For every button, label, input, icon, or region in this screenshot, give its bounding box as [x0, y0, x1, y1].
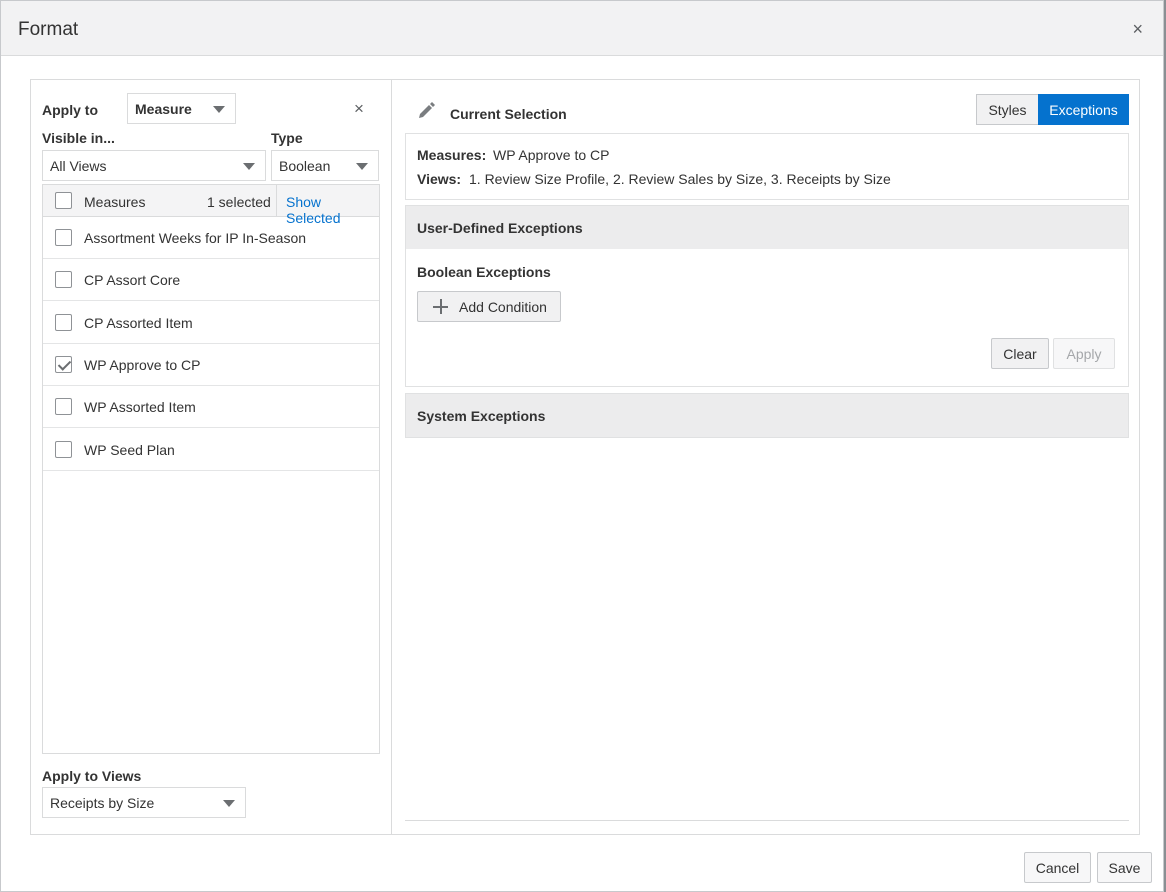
selection-summary: Measures: WP Approve to CP Views: 1. Rev…: [405, 133, 1129, 200]
list-item-label: Assortment Weeks for IP In-Season: [84, 230, 307, 246]
clear-button[interactable]: Clear: [991, 338, 1049, 369]
type-value: Boolean: [279, 158, 331, 174]
left-pane: Apply to Measure × Visible in... Type Al…: [31, 80, 392, 834]
system-exceptions-header[interactable]: System Exceptions: [405, 393, 1129, 438]
divider: [405, 820, 1129, 821]
clear-filter-icon[interactable]: ×: [354, 99, 364, 119]
list-header: Measures 1 selected Show Selected: [43, 185, 379, 226]
views-label: Views:: [417, 171, 462, 187]
apply-to-label: Apply to: [42, 102, 98, 118]
apply-to-value: Measure: [135, 101, 192, 117]
divider: [276, 185, 277, 216]
list-item-checkbox[interactable]: [55, 398, 72, 416]
list-item-checkbox[interactable]: [55, 440, 72, 458]
chevron-down-icon: [223, 800, 235, 807]
tab-styles-label: Styles: [988, 102, 1027, 118]
visible-in-label: Visible in...: [42, 130, 115, 146]
list-item-checkbox[interactable]: [55, 229, 72, 246]
dialog-body: Apply to Measure × Visible in... Type Al…: [30, 79, 1140, 835]
add-condition-button[interactable]: Add Condition: [417, 291, 561, 322]
measures-label: Measures:: [417, 147, 487, 163]
close-icon[interactable]: ×: [1132, 19, 1143, 40]
apply-label: Apply: [1066, 346, 1102, 362]
dialog-title: Format: [18, 19, 79, 40]
list-item[interactable]: WP Assorted Item: [43, 386, 379, 429]
user-defined-exceptions-title: User-Defined Exceptions: [417, 220, 583, 236]
list-item[interactable]: CP Assort Core: [43, 259, 379, 302]
measures-header-label: Measures: [84, 194, 146, 210]
system-exceptions-title: System Exceptions: [417, 408, 546, 424]
visible-in-value: All Views: [50, 158, 107, 174]
chevron-down-icon: [356, 163, 368, 170]
dialog-header: Format ×: [1, 1, 1163, 56]
clear-label: Clear: [1003, 346, 1037, 362]
add-condition-label: Add Condition: [459, 299, 547, 315]
list-item-checkbox[interactable]: [55, 271, 72, 289]
chevron-down-icon: [243, 163, 255, 170]
pencil-icon: [419, 102, 435, 118]
list-item[interactable]: WP Seed Plan: [43, 429, 379, 471]
list-item-label: WP Approve to CP: [84, 356, 201, 373]
apply-to-select[interactable]: Measure: [127, 93, 236, 124]
list-item-label: WP Assorted Item: [84, 399, 196, 416]
list-item[interactable]: WP Approve to CP: [43, 344, 379, 386]
tab-styles[interactable]: Styles: [976, 94, 1039, 125]
boolean-exceptions-panel: Boolean Exceptions Add Condition Clear A…: [405, 249, 1129, 387]
format-dialog: Format × Apply to Measure × Visible in..…: [0, 0, 1164, 892]
cancel-button[interactable]: Cancel: [1024, 852, 1091, 883]
measures-value: WP Approve to CP: [493, 147, 610, 163]
chevron-down-icon: [213, 106, 225, 113]
cancel-label: Cancel: [1035, 860, 1080, 876]
selected-count: 1 selected: [207, 194, 271, 210]
list-item-label: CP Assorted Item: [84, 314, 193, 331]
list-item-checkbox[interactable]: [55, 313, 72, 331]
apply-to-views-value: Receipts by Size: [50, 795, 155, 811]
save-label: Save: [1108, 860, 1141, 876]
list-item-checkbox[interactable]: [55, 355, 72, 373]
type-select[interactable]: Boolean: [271, 150, 379, 181]
list-item[interactable]: CP Assorted Item: [43, 302, 379, 344]
list-item-label: CP Assort Core: [84, 272, 181, 289]
select-all-checkbox[interactable]: [55, 192, 72, 209]
apply-to-views-label: Apply to Views: [42, 768, 142, 784]
current-selection-title: Current Selection: [450, 106, 567, 122]
measure-list: Measures 1 selected Show Selected Assort…: [42, 184, 380, 754]
apply-button[interactable]: Apply: [1053, 338, 1115, 369]
right-pane: Current Selection Styles Exceptions Meas…: [393, 80, 1139, 834]
apply-to-views-select[interactable]: Receipts by Size: [42, 787, 246, 818]
tab-exceptions[interactable]: Exceptions: [1038, 94, 1129, 125]
boolean-exceptions-title: Boolean Exceptions: [417, 264, 551, 280]
views-value: 1. Review Size Profile, 2. Review Sales …: [469, 171, 891, 187]
user-defined-exceptions-header[interactable]: User-Defined Exceptions: [405, 205, 1129, 250]
list-item[interactable]: Assortment Weeks for IP In-Season: [43, 217, 379, 259]
visible-in-select[interactable]: All Views: [42, 150, 266, 181]
type-label: Type: [271, 130, 303, 146]
list-item-label: WP Seed Plan: [84, 441, 175, 458]
tab-exceptions-label: Exceptions: [1049, 102, 1118, 118]
save-button[interactable]: Save: [1097, 852, 1152, 883]
